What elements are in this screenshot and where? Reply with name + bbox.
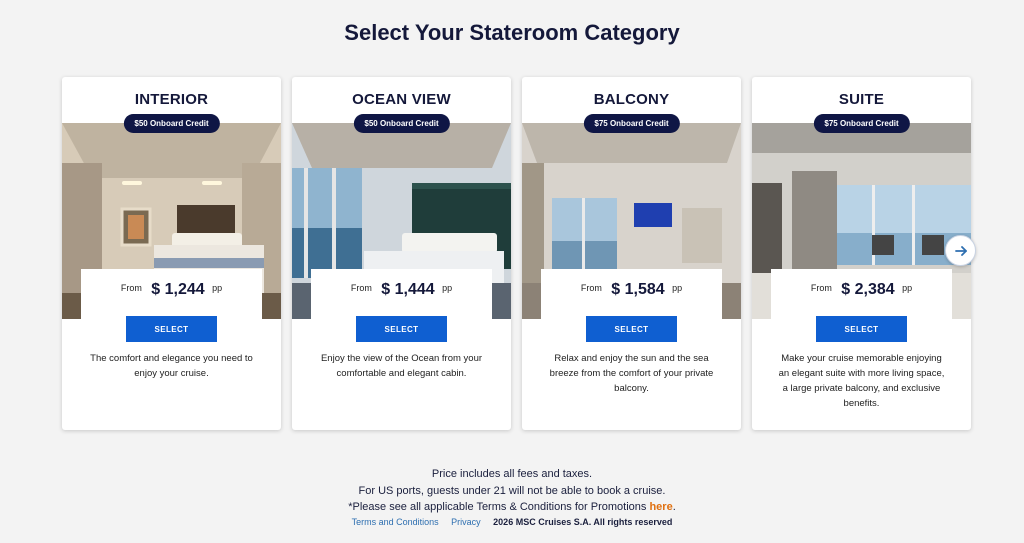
price-row: From $ 2,384 pp (771, 281, 952, 299)
onboard-credit-badge: $50 Onboard Credit (123, 114, 220, 133)
onboard-credit-badge: $50 Onboard Credit (353, 114, 450, 133)
select-interior-button[interactable]: SELECT (126, 316, 217, 342)
price-amount: $ 2,384 (841, 281, 895, 298)
price-from-label: From (580, 283, 602, 293)
arrow-right-icon (954, 245, 967, 256)
select-suite-button[interactable]: SELECT (816, 316, 907, 342)
price-amount: $ 1,244 (151, 281, 205, 298)
promo-note-text: *Please see all applicable Terms & Condi… (348, 501, 647, 513)
select-balcony-button[interactable]: SELECT (586, 316, 677, 342)
footer-links: Terms and Conditions Privacy 2026 MSC Cr… (0, 517, 1024, 527)
price-from-label: From (350, 283, 372, 293)
price-panel: From $ 1,444 pp SELECT Enjoy the view of… (311, 269, 492, 430)
page-title: Select Your Stateroom Category (344, 20, 680, 45)
footer-fees-note: Price includes all fees and taxes. (431, 468, 593, 480)
price-row: From $ 1,444 pp (311, 281, 492, 299)
privacy-link[interactable]: Privacy (451, 517, 481, 527)
price-pp-label: pp (672, 283, 683, 293)
card-title: INTERIOR (134, 91, 209, 108)
stateroom-card-ocean-view: OCEAN VIEW $50 Onboard Credit From $ 1,4… (292, 77, 511, 430)
card-description: The comfort and elegance you need to enj… (90, 353, 253, 379)
card-title: SUITE (838, 91, 885, 108)
copyright-text: 2026 MSC Cruises S.A. All rights reserve… (493, 516, 673, 527)
footer-promo-note: *Please see all applicable Terms & Condi… (0, 499, 1024, 516)
card-description: Relax and enjoy the sun and the sea bree… (549, 353, 714, 394)
stateroom-carousel: INTERIOR $50 Onboard Credit From $ 1,244… (62, 77, 972, 430)
price-panel: From $ 2,384 pp SELECT Make your cruise … (771, 269, 952, 430)
onboard-credit-badge: $75 Onboard Credit (813, 114, 910, 133)
stateroom-card-balcony: BALCONY $75 Onboard Credit From $ 1,584 … (522, 77, 741, 430)
terms-and-conditions-link[interactable]: Terms and Conditions (352, 517, 439, 527)
stateroom-card-suite: SUITE $75 Onboard Credit From $ 2,384 pp… (752, 77, 971, 430)
price-row: From $ 1,244 pp (81, 281, 262, 299)
price-amount: $ 1,444 (381, 281, 435, 298)
select-ocean-view-button[interactable]: SELECT (356, 316, 447, 342)
footer: Price includes all fees and taxes. For U… (0, 466, 1024, 527)
price-pp-label: pp (442, 283, 453, 293)
promo-terms-here-link[interactable]: here (649, 501, 672, 513)
price-panel: From $ 1,244 pp SELECT The comfort and e… (81, 269, 262, 430)
carousel-next-button[interactable] (945, 235, 976, 266)
card-description: Make your cruise memorable enjoying an e… (778, 353, 945, 409)
price-panel: From $ 1,584 pp SELECT Relax and enjoy t… (541, 269, 722, 430)
card-description: Enjoy the view of the Ocean from your co… (320, 353, 483, 379)
price-from-label: From (810, 283, 832, 293)
price-row: From $ 1,584 pp (541, 281, 722, 299)
price-amount: $ 1,584 (611, 281, 665, 298)
price-pp-label: pp (212, 283, 223, 293)
stateroom-card-interior: INTERIOR $50 Onboard Credit From $ 1,244… (62, 77, 281, 430)
card-title: OCEAN VIEW (352, 91, 451, 108)
card-title: BALCONY (593, 91, 670, 108)
price-pp-label: pp (902, 283, 913, 293)
price-from-label: From (120, 283, 142, 293)
footer-age-note: For US ports, guests under 21 will not b… (358, 484, 666, 497)
onboard-credit-badge: $75 Onboard Credit (583, 114, 680, 133)
promo-note-period: . (672, 501, 676, 513)
